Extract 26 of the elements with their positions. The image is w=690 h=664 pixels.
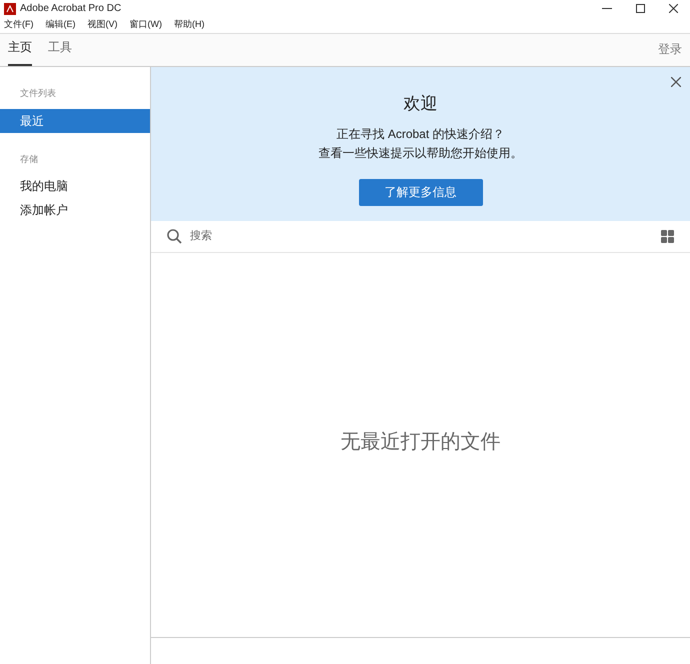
section-heading: 存储	[19, 152, 39, 166]
maximize-icon[interactable]	[636, 4, 645, 13]
tab[interactable]: 工具	[48, 38, 72, 66]
banner-title: 欢迎	[404, 93, 438, 115]
sign-in-link[interactable]: 登录	[658, 40, 682, 66]
tab[interactable]: 主页	[8, 38, 32, 66]
sidebar-item[interactable]: 我的电脑	[0, 174, 150, 198]
banner-text: 正在寻找 Acrobat 的快速介绍？	[336, 126, 505, 142]
menu-item[interactable]: 文件(F)	[4, 18, 34, 32]
sidebar-item[interactable]: 最近	[0, 108, 150, 132]
grid-view-icon[interactable]	[661, 230, 674, 243]
empty-message: 无最近打开的文件	[340, 430, 500, 455]
learn-more-button[interactable]: 了解更多信息	[358, 178, 482, 206]
search-icon	[167, 229, 182, 244]
close-icon[interactable]	[671, 77, 681, 87]
close-icon[interactable]	[669, 4, 678, 13]
menu-item[interactable]: 窗口(W)	[130, 18, 162, 32]
menu-item[interactable]: 编辑(E)	[46, 18, 76, 32]
menu-item[interactable]: 视图(V)	[88, 18, 118, 32]
banner-text: 查看一些快速提示以帮助您开始使用。	[318, 144, 522, 162]
section-heading: 文件列表	[19, 87, 57, 100]
search-field[interactable]: 搜索	[190, 228, 661, 245]
sidebar-item[interactable]: 添加帐户	[0, 198, 150, 222]
app-logo-icon	[4, 2, 16, 14]
window-title: Adobe Acrobat Pro DC	[20, 2, 122, 16]
menu-item[interactable]: 帮助(H)	[174, 18, 204, 32]
